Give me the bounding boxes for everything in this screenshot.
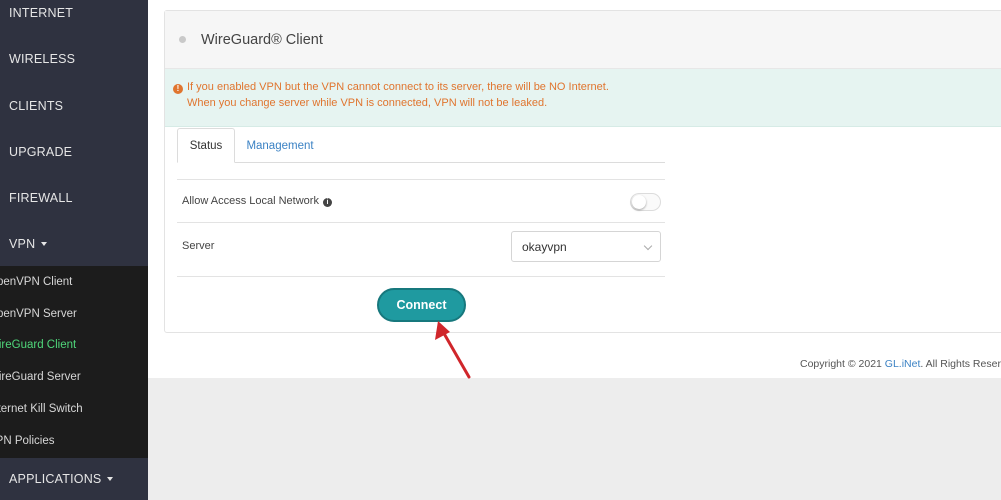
submenu-item-internet-kill-switch[interactable]: Internet Kill Switch	[0, 393, 148, 425]
brand-link[interactable]: GL.iNet	[885, 358, 921, 370]
wireguard-client-panel: WireGuard® Client ! If you enabled VPN bu…	[164, 10, 1001, 333]
info-icon[interactable]: i	[322, 198, 332, 207]
submenu-item-openvpn-server[interactable]: OpenVPN Server	[0, 298, 148, 330]
sidebar-item-clients[interactable]: CLIENTS	[0, 83, 148, 129]
allow-local-network-label: Allow Access Local Network i	[182, 195, 332, 207]
connect-button[interactable]: Connect	[377, 288, 466, 322]
sidebar-item-applications[interactable]: APPLICATIONS	[0, 458, 148, 500]
sidebar-item-label: WIRELESS	[9, 52, 76, 66]
sidebar-item-label: FIREWALL	[9, 191, 73, 205]
divider	[177, 276, 665, 277]
vpn-warning-alert: ! If you enabled VPN but the VPN cannot c…	[165, 69, 1001, 127]
page-background	[148, 378, 1001, 500]
caret-down-icon	[41, 242, 48, 246]
submenu-item-wireguard-client[interactable]: WireGuard Client	[0, 329, 148, 361]
bullet-dot-icon	[179, 36, 186, 43]
vpn-submenu: OpenVPN Client OpenVPN Server WireGuard …	[0, 266, 148, 458]
sidebar-item-label: CLIENTS	[9, 99, 64, 113]
submenu-item-label: WireGuard Client	[0, 339, 77, 351]
divider	[177, 222, 665, 223]
submenu-item-label: WireGuard Server	[0, 371, 81, 383]
panel-title: WireGuard® Client	[201, 31, 323, 48]
sidebar-item-internet[interactable]: INTERNET	[0, 0, 148, 36]
warning-icon: !	[173, 84, 183, 94]
allow-local-network-text: Allow Access Local Network	[182, 195, 319, 207]
sidebar-item-wireless[interactable]: WIRELESS	[0, 36, 148, 82]
tab-management[interactable]: Management	[239, 128, 321, 163]
chevron-down-icon	[643, 241, 653, 251]
server-select-value: okayvpn	[522, 239, 567, 254]
submenu-item-openvpn-client[interactable]: OpenVPN Client	[0, 266, 148, 298]
sidebar-item-label: APPLICATIONS	[9, 472, 102, 486]
panel-tabs: Status Management	[177, 128, 665, 163]
alert-text-1: If you enabled VPN but the VPN cannot co…	[187, 81, 609, 93]
sidebar-item-label: UPGRADE	[9, 145, 73, 159]
submenu-item-wireguard-server[interactable]: WireGuard Server	[0, 361, 148, 393]
submenu-item-label: VPN Policies	[0, 435, 55, 447]
server-label: Server	[182, 240, 215, 252]
sidebar-item-firewall[interactable]: FIREWALL	[0, 175, 148, 221]
sidebar-item-label: INTERNET	[9, 6, 74, 20]
annotation-arrow-icon	[435, 321, 471, 379]
rights-text: . All Rights Reserved	[920, 358, 1001, 370]
alert-line-2: When you change server while VPN is conn…	[187, 97, 548, 109]
sidebar-item-vpn[interactable]: VPN	[0, 221, 148, 267]
copyright-text: Copyright © 2021	[800, 358, 885, 370]
toggle-knob	[632, 195, 646, 209]
sidebar-item-upgrade[interactable]: UPGRADE	[0, 129, 148, 175]
server-select[interactable]: okayvpn	[511, 231, 661, 262]
caret-down-icon	[107, 477, 114, 481]
sidebar: INTERNET WIRELESS CLIENTS UPGRADE FIREWA…	[0, 0, 148, 500]
footer-copyright: Copyright © 2021 GL.iNet. All Rights Res…	[800, 358, 1001, 370]
divider	[177, 179, 665, 180]
panel-header: WireGuard® Client	[165, 11, 1001, 69]
submenu-item-label: OpenVPN Server	[0, 308, 77, 320]
tab-status[interactable]: Status	[177, 128, 235, 163]
submenu-item-label: Internet Kill Switch	[0, 403, 83, 415]
submenu-item-label: OpenVPN Client	[0, 276, 73, 288]
alert-line-1: ! If you enabled VPN but the VPN cannot c…	[173, 79, 1001, 95]
allow-local-network-toggle[interactable]	[630, 193, 661, 211]
sidebar-item-label: VPN	[9, 237, 36, 251]
submenu-item-vpn-policies[interactable]: VPN Policies	[0, 425, 148, 457]
